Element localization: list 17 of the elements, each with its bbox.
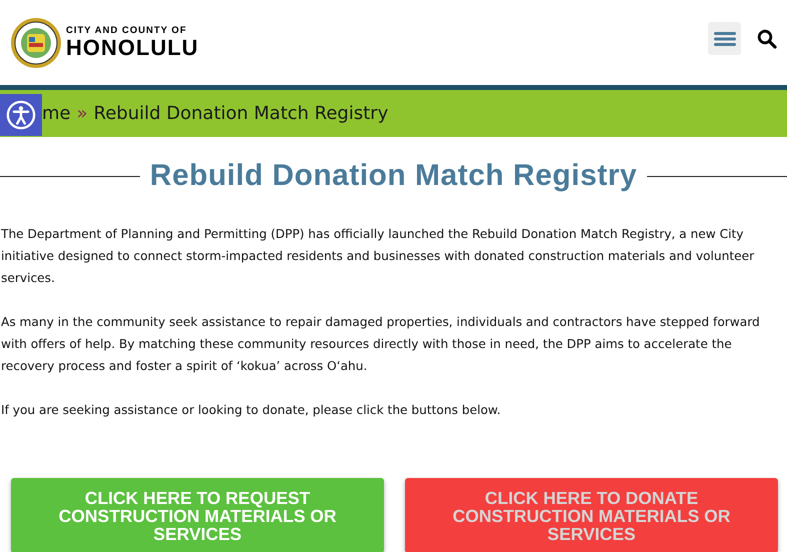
body-paragraph: If you are seeking assistance or looking to donate, please click the buttons below. xyxy=(1,402,502,419)
breadcrumb-current: Rebuild Donation Match Registry xyxy=(94,103,388,124)
body-paragraph: As many in the community seek assistance to repair damaged properties, individuals and contractors have stepped forward with offers of help. By matching these community resources directly with those in need, the DPP aims to accelerate the recovery process and foster a spirit of ‘kokua’ across O‘ahu. xyxy=(1,314,761,375)
accessibility-icon xyxy=(6,100,36,130)
page-title: Rebuild Donation Match Registry xyxy=(150,159,638,193)
cta-button[interactable]: CLICK HERE TO DONATE CONSTRUCTION MATERIALS OR SERVICES xyxy=(405,478,778,552)
body-paragraph: The Department of Planning and Permitting (DPP) has officially launched the Rebuild Donation Match Registry, a new City initiative designed to connect storm-impacted residents and businesses with donated construction materials and volunteer services. xyxy=(1,226,756,287)
menu-button[interactable] xyxy=(708,22,741,55)
city-seal-icon[interactable] xyxy=(10,16,62,68)
logo-title: HONOLULU xyxy=(66,36,199,60)
accessibility-button[interactable] xyxy=(0,94,42,136)
menu-icon xyxy=(714,30,736,46)
search-icon[interactable] xyxy=(757,28,777,48)
breadcrumb-link[interactable]: me xyxy=(42,103,71,124)
logo-subtitle: CITY AND COUNTY OF xyxy=(66,25,188,36)
cta-button[interactable]: CLICK HERE TO REQUEST CONSTRUCTION MATERIALS OR SERVICES xyxy=(11,478,384,552)
breadcrumb-separator: » xyxy=(76,103,88,124)
